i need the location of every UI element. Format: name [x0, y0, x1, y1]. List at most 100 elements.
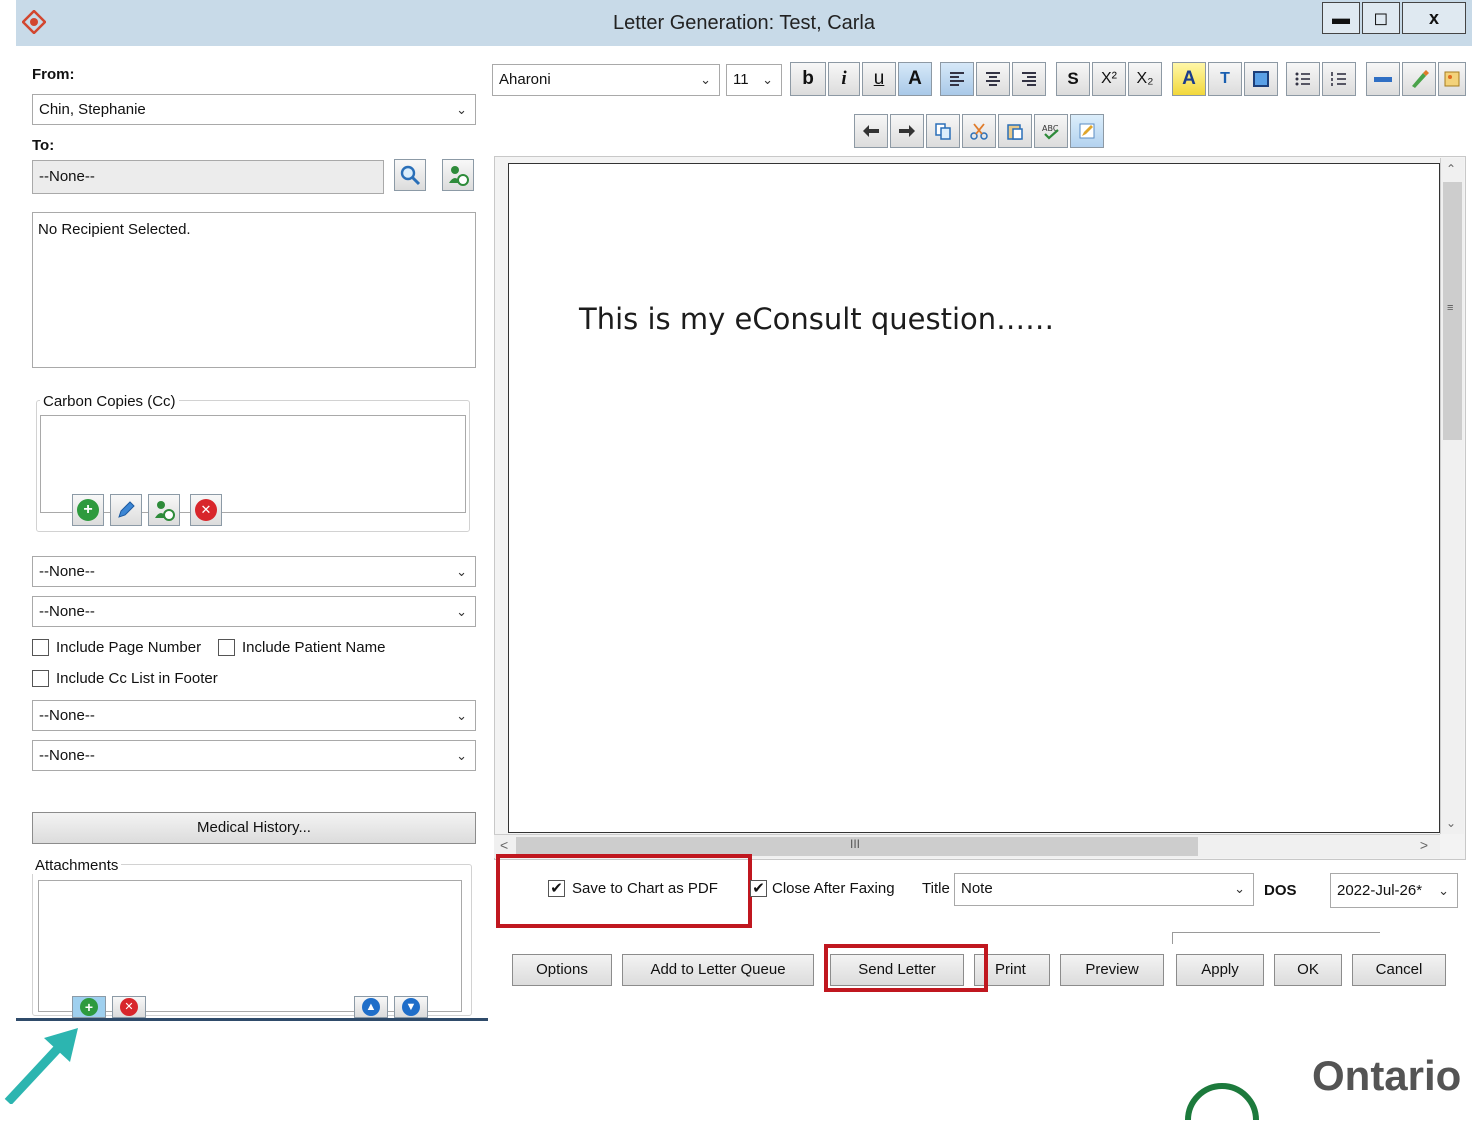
to-label: To: [32, 137, 55, 154]
include-patient-name-checkbox[interactable] [218, 639, 235, 656]
include-page-number-checkbox[interactable] [32, 639, 49, 656]
redo-button[interactable] [890, 114, 924, 148]
remove-icon: ✕ [120, 998, 138, 1016]
grip-icon: III [850, 837, 861, 851]
include-patient-name-label: Include Patient Name [242, 639, 386, 656]
redo-icon [899, 125, 915, 137]
signature-select-value: --None-- [39, 707, 95, 724]
from-label: From: [32, 66, 75, 83]
copy-button[interactable] [926, 114, 960, 148]
attachment-move-up-button[interactable]: ▲ [354, 996, 388, 1018]
include-page-number-label: Include Page Number [56, 639, 202, 656]
cancel-button[interactable]: Cancel [1352, 954, 1446, 986]
chevron-down-icon: ⌄ [456, 102, 467, 117]
chevron-down-icon: ⌄ [456, 748, 467, 763]
window-bottom-edge [16, 1018, 488, 1021]
image-icon [1444, 71, 1460, 87]
plus-icon: + [80, 998, 98, 1016]
vertical-scrollbar[interactable]: ⌃ ≡ ⌄ [1440, 158, 1464, 834]
preview-button[interactable]: Preview [1060, 954, 1164, 986]
plus-icon: + [77, 499, 99, 521]
attachment-remove-button[interactable]: ✕ [112, 996, 146, 1018]
align-right-button[interactable] [1012, 62, 1046, 96]
annotation-arrow-icon [0, 1026, 90, 1106]
underline-button[interactable]: u [862, 62, 896, 96]
font-size-select[interactable]: 11 ⌄ [726, 64, 782, 96]
attachment-move-down-button[interactable]: ▼ [394, 996, 428, 1018]
to-field-value: --None-- [39, 168, 95, 185]
remove-icon: ✕ [195, 499, 217, 521]
add-recipient-button[interactable] [442, 159, 474, 191]
medical-history-button[interactable]: Medical History... [32, 812, 476, 844]
add-to-letter-queue-button[interactable]: Add to Letter Queue [622, 954, 814, 986]
dos-date-picker[interactable]: 2022-Jul-26* ⌄ [1330, 873, 1458, 908]
horizontal-rule-icon [1374, 77, 1392, 82]
attachments-list[interactable] [38, 880, 462, 1012]
grip-icon: ≡ [1447, 302, 1454, 314]
apply-button[interactable]: Apply [1176, 954, 1264, 986]
attachment-add-button[interactable]: + [72, 996, 106, 1018]
include-cc-list-checkbox[interactable] [32, 670, 49, 687]
border-button[interactable] [1244, 62, 1278, 96]
cc-add-button[interactable]: + [72, 494, 104, 526]
paste-button[interactable] [998, 114, 1032, 148]
options-button[interactable]: Options [512, 954, 612, 986]
undo-button[interactable] [854, 114, 888, 148]
numbered-list-button[interactable] [1322, 62, 1356, 96]
footer-select[interactable]: --None-- ⌄ [32, 740, 476, 771]
scroll-right-icon[interactable]: > [1420, 837, 1428, 853]
font-color-button[interactable]: A [898, 62, 932, 96]
cc-remove-button[interactable]: ✕ [190, 494, 222, 526]
signature-select[interactable]: --None-- ⌄ [32, 700, 476, 731]
letter-editor[interactable]: This is my eConsult question…… [508, 163, 1440, 833]
superscript-button[interactable]: X² [1092, 62, 1126, 96]
send-letter-highlight-box [824, 944, 988, 992]
arrow-up-icon: ▲ [362, 998, 380, 1016]
strikethrough-button[interactable]: S [1056, 62, 1090, 96]
search-recipient-button[interactable] [394, 159, 426, 191]
spell-check-button[interactable]: ABC [1034, 114, 1068, 148]
align-left-button[interactable] [940, 62, 974, 96]
cut-button[interactable] [962, 114, 996, 148]
title-select[interactable]: Note ⌄ [954, 873, 1254, 906]
minimize-button[interactable]: ▬ [1322, 2, 1360, 34]
highlight-color-button[interactable]: A [1172, 62, 1206, 96]
close-after-faxing-checkbox[interactable]: ✔ [750, 880, 767, 897]
scroll-up-icon[interactable]: ⌃ [1446, 162, 1456, 176]
ok-button[interactable]: OK [1274, 954, 1342, 986]
bold-button[interactable]: b [790, 62, 826, 96]
font-family-select[interactable]: Aharoni ⌄ [492, 64, 720, 96]
brush-icon [1412, 70, 1429, 88]
from-select[interactable]: Chin, Stephanie ⌄ [32, 94, 476, 125]
scissors-icon [970, 123, 988, 140]
edit-mode-button[interactable] [1070, 114, 1104, 148]
horizontal-rule-button[interactable] [1366, 62, 1400, 96]
template-select[interactable]: --None-- ⌄ [32, 596, 476, 627]
scroll-down-icon[interactable]: ⌄ [1446, 816, 1456, 830]
bullet-list-button[interactable] [1286, 62, 1320, 96]
maximize-button[interactable]: ◻ [1362, 2, 1400, 34]
chevron-down-icon: ⌄ [456, 708, 467, 723]
chevron-down-icon: ⌄ [700, 72, 711, 87]
cc-edit-button[interactable] [110, 494, 142, 526]
subscript-button[interactable]: X₂ [1128, 62, 1162, 96]
insert-image-button[interactable] [1438, 62, 1466, 96]
to-field[interactable]: --None-- [32, 160, 384, 194]
cc-add-person-button[interactable] [148, 494, 180, 526]
window-title: Letter Generation: Test, Carla [613, 12, 875, 34]
align-center-button[interactable] [976, 62, 1010, 96]
add-person-icon [449, 166, 469, 186]
letter-body-text: This is my eConsult question…… [579, 302, 1055, 336]
ontario-brand-text: Ontario [1312, 1052, 1462, 1099]
scroll-left-icon[interactable]: < [500, 837, 508, 853]
bullet-list-icon [1295, 72, 1310, 86]
attachments-label: Attachments [32, 857, 122, 874]
italic-button[interactable]: i [828, 62, 860, 96]
clear-format-button[interactable] [1402, 62, 1436, 96]
textbox-button[interactable]: T [1208, 62, 1242, 96]
align-right-icon [1022, 72, 1036, 86]
letterhead-select[interactable]: --None-- ⌄ [32, 556, 476, 587]
arrow-down-icon: ▼ [402, 998, 420, 1016]
app-logo-icon [21, 9, 47, 35]
close-button[interactable]: x [1402, 2, 1466, 34]
